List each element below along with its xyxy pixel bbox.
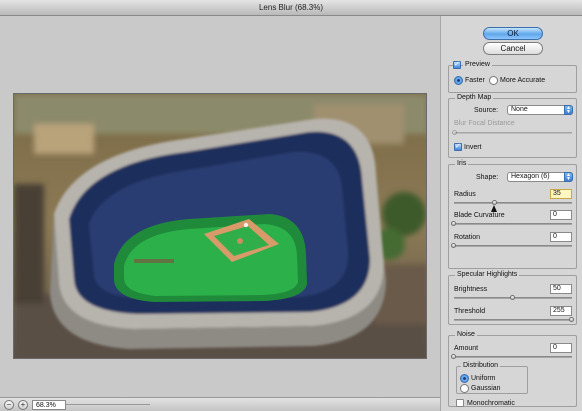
brightness-slider-thumb[interactable] <box>510 295 515 300</box>
zoom-level-field[interactable]: 68.3% <box>32 400 66 410</box>
radius-slider-track[interactable] <box>454 202 572 204</box>
shape-value: Hexagon (6) <box>511 173 550 180</box>
blade-curvature-label: Blade Curvature <box>454 212 505 219</box>
shape-select[interactable]: Hexagon (6) ▲ ▼ <box>507 172 573 182</box>
noise-group: Noise Amount 0 Distribution Uniform Gaus… <box>448 331 577 407</box>
window-title: Lens Blur (68.3%) <box>0 0 582 16</box>
rotation-field[interactable]: 0 <box>550 232 572 242</box>
ok-button[interactable]: OK <box>483 27 543 40</box>
stadium-photo <box>14 94 426 358</box>
threshold-slider-track[interactable] <box>454 319 572 321</box>
preview-image[interactable] <box>13 93 427 359</box>
amount-slider-track[interactable] <box>454 356 572 358</box>
mouse-cursor-icon <box>491 205 497 212</box>
iris-group: Iris Shape: Hexagon (6) ▲ ▼ Radius 35 Bla… <box>448 160 577 269</box>
zoom-divider <box>66 404 150 405</box>
specular-highlights-group: Specular Highlights Brightness 50 Thresh… <box>448 271 577 325</box>
chevron-updown-icon: ▲ ▼ <box>564 105 573 115</box>
rotation-slider-track[interactable] <box>454 245 572 247</box>
options-panel: OK Cancel Preview Faster More Accurate D… <box>440 16 582 411</box>
radius-label: Radius <box>454 191 476 198</box>
blade-curvature-slider-thumb[interactable] <box>451 221 456 226</box>
radius-field[interactable]: 35 <box>550 189 572 199</box>
uniform-radio[interactable] <box>460 374 469 383</box>
faster-label: Faster <box>465 77 485 84</box>
amount-slider-thumb[interactable] <box>451 354 456 359</box>
blur-focal-slider-track[interactable] <box>454 132 572 134</box>
threshold-field[interactable]: 255 <box>550 306 572 316</box>
threshold-slider-thumb[interactable] <box>569 317 574 322</box>
gaussian-label: Gaussian <box>471 385 501 392</box>
preview-group: Preview Faster More Accurate <box>448 60 577 93</box>
preview-checkbox[interactable] <box>453 60 461 69</box>
shape-label: Shape: <box>476 174 499 181</box>
brightness-label: Brightness <box>454 286 488 293</box>
more-accurate-radio[interactable] <box>489 76 498 85</box>
invert-checkbox[interactable] <box>454 142 462 151</box>
rotation-slider-thumb[interactable] <box>451 243 456 248</box>
distribution-group: Distribution Uniform Gaussian <box>456 362 528 394</box>
depth-map-title: Depth Map <box>455 94 494 101</box>
brightness-field[interactable]: 50 <box>550 284 572 294</box>
faster-radio[interactable] <box>454 76 463 85</box>
threshold-label: Threshold <box>454 308 486 315</box>
uniform-label: Uniform <box>471 375 496 382</box>
noise-title: Noise <box>455 331 477 338</box>
preview-label: Preview <box>463 61 492 68</box>
specular-highlights-title: Specular Highlights <box>455 271 520 278</box>
source-value: None <box>511 106 528 113</box>
blade-curvature-field[interactable]: 0 <box>550 210 572 220</box>
source-select[interactable]: None ▲ ▼ <box>507 105 573 115</box>
cancel-button[interactable]: Cancel <box>483 42 543 55</box>
zoom-in-button[interactable]: + <box>18 400 28 410</box>
zoom-out-button[interactable]: − <box>4 400 14 410</box>
monochromatic-label: Monochromatic <box>467 400 515 407</box>
amount-label: Amount <box>454 345 479 352</box>
preview-area: − + 68.3% <box>0 16 440 411</box>
zoom-bar: − + 68.3% <box>0 397 440 411</box>
gaussian-radio[interactable] <box>460 384 469 393</box>
chevron-updown-icon: ▲ ▼ <box>564 172 573 182</box>
distribution-title: Distribution <box>461 362 501 369</box>
source-label: Source: <box>474 107 499 114</box>
amount-field[interactable]: 0 <box>550 343 572 353</box>
depth-map-group: Depth Map Source: None ▲ ▼ Blur Focal Dis… <box>448 94 577 158</box>
rotation-label: Rotation <box>454 234 481 241</box>
monochromatic-checkbox[interactable] <box>456 399 464 407</box>
blur-focal-slider-thumb[interactable] <box>452 130 457 135</box>
invert-label: Invert <box>464 144 482 151</box>
more-accurate-label: More Accurate <box>500 77 546 84</box>
blur-focal-distance-label: Blur Focal Distance <box>454 120 515 127</box>
iris-title: Iris <box>455 160 469 167</box>
blade-curvature-slider-track[interactable] <box>454 223 572 225</box>
